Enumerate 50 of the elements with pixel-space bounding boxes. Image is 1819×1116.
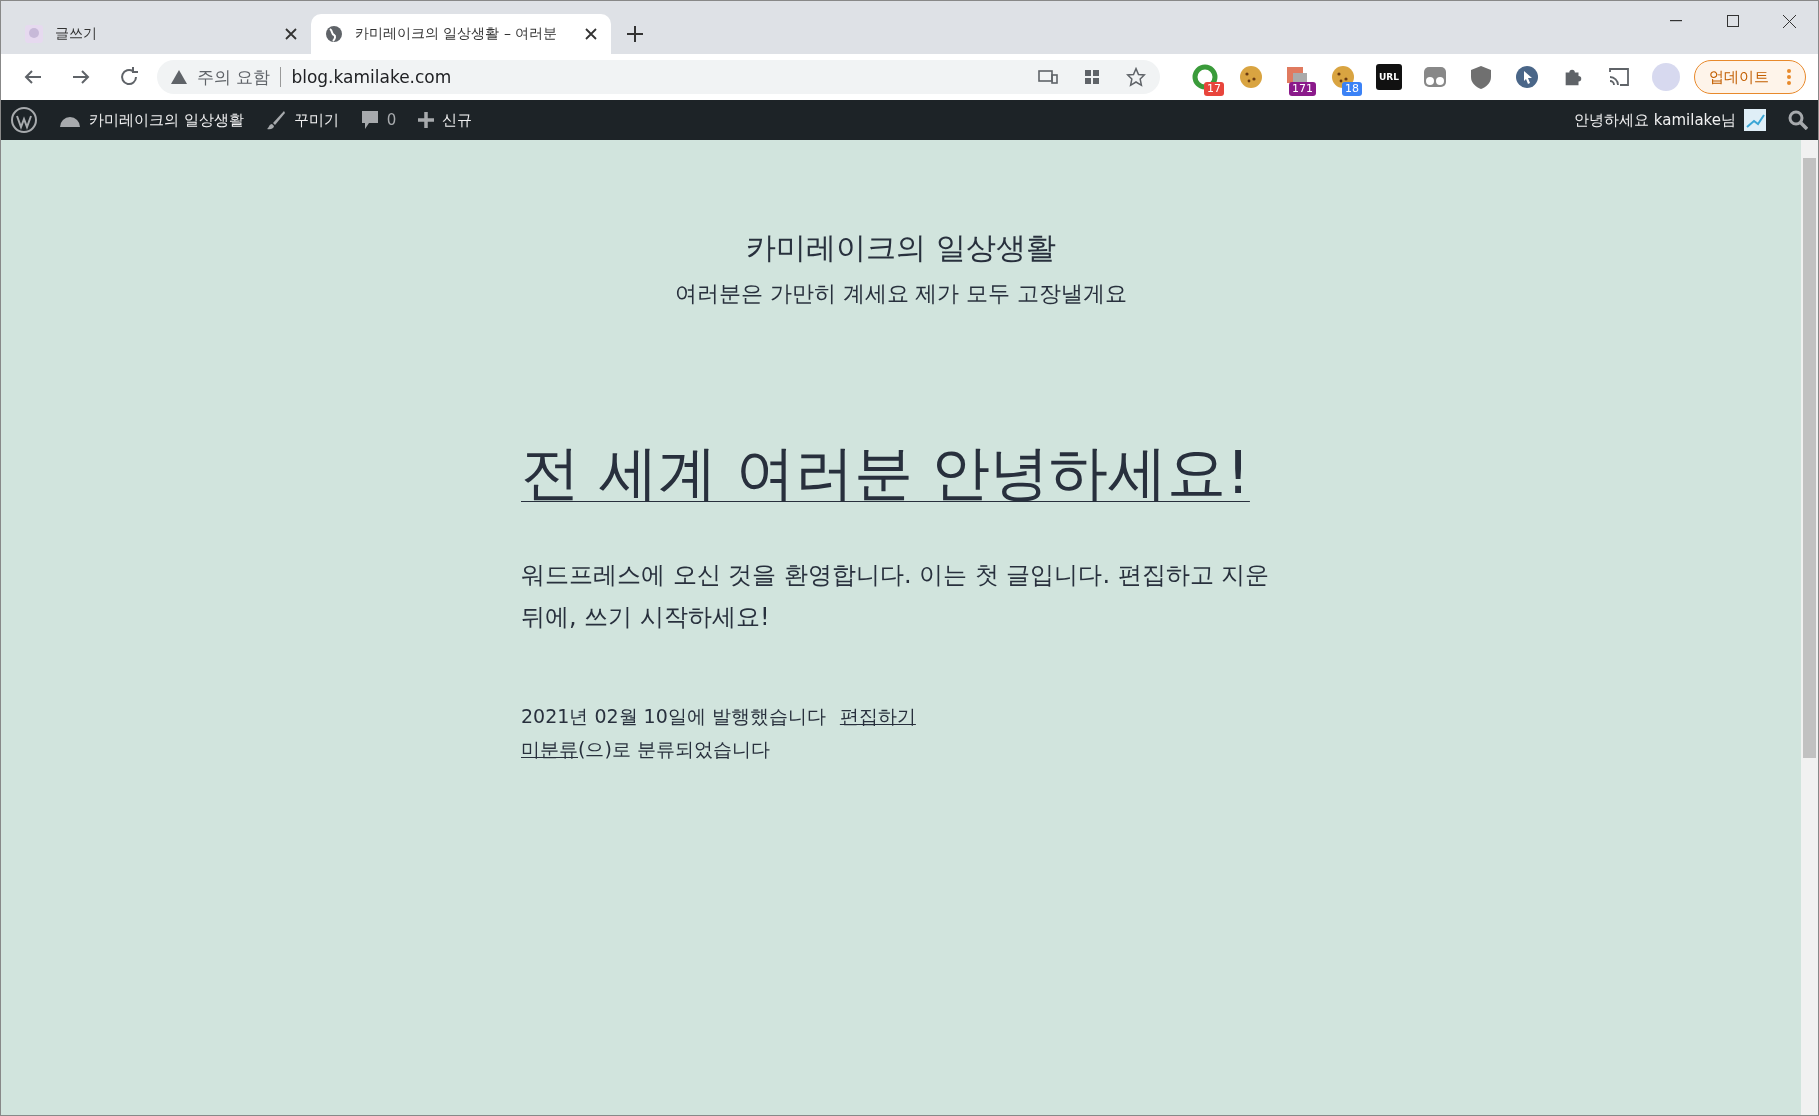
- maximize-icon[interactable]: [1726, 15, 1739, 27]
- cookie-icon: [1238, 64, 1264, 90]
- minimize-icon[interactable]: [1669, 20, 1682, 22]
- close-icon[interactable]: [1783, 14, 1796, 28]
- site-menu[interactable]: 카미레이크의 일상생활: [59, 110, 244, 130]
- post-date: 2021년 02월 10일에 발행했습니다: [521, 705, 826, 727]
- search-icon[interactable]: [1788, 110, 1808, 130]
- browser-tab[interactable]: 카미레이크의 일상생활 – 여러분: [311, 14, 611, 54]
- post-body: 워드프레스에 오신 것을 환영합니다. 이는 첫 글입니다. 편집하고 지운 뒤에, 쓰기 시작하세요!: [521, 560, 1271, 633]
- brush-icon: [265, 110, 286, 130]
- avatar-icon: [25, 25, 43, 43]
- eyes-icon: [1422, 64, 1448, 90]
- new-link[interactable]: 신규: [418, 110, 473, 130]
- globe-icon: [325, 25, 343, 43]
- close-icon[interactable]: [285, 28, 297, 40]
- extension-badge: 18: [1342, 82, 1362, 96]
- category-note: (으)로 분류되었습니다: [578, 738, 770, 761]
- plus-icon: [418, 112, 435, 128]
- edit-link[interactable]: 편집하기: [839, 705, 916, 727]
- shield-icon: [1468, 64, 1494, 90]
- customize-link[interactable]: 꾸미기: [265, 110, 339, 130]
- new-tab-icon[interactable]: [627, 26, 643, 42]
- comment-icon: [360, 110, 379, 130]
- category-link[interactable]: 미분류: [521, 738, 578, 761]
- extension-badge: 171: [1289, 82, 1316, 96]
- devices-icon[interactable]: [1038, 69, 1058, 85]
- url-text: blog.kamilake.com: [291, 67, 452, 87]
- extension-badge: 17: [1204, 82, 1224, 96]
- browser-tab[interactable]: 글쓰기: [11, 14, 311, 54]
- post-title[interactable]: 전 세계 여러분 안녕하세요!: [521, 434, 1250, 514]
- update-button[interactable]: 업데이트: [1694, 60, 1806, 94]
- url-icon: URL: [1376, 64, 1402, 90]
- wordpress-logo-icon[interactable]: [11, 107, 37, 133]
- close-icon[interactable]: [585, 28, 597, 40]
- comments-link[interactable]: 0: [360, 110, 397, 130]
- tab-title: 카미레이크의 일상생활 – 여러분: [355, 25, 559, 43]
- address-bar[interactable]: 주의 요함 blog.kamilake.com: [157, 60, 1160, 94]
- tab-title: 글쓰기: [55, 25, 98, 43]
- site-tagline: 여러분은 가만히 계세요 제가 모두 고장낼게요: [674, 280, 1128, 308]
- warning-icon: [171, 70, 187, 84]
- account-menu[interactable]: 안녕하세요 kamilake님: [1574, 109, 1766, 131]
- security-warning: 주의 요함: [197, 65, 271, 89]
- cast-icon[interactable]: [1608, 67, 1630, 87]
- site-title[interactable]: 카미레이크의 일상생활: [746, 228, 1056, 269]
- star-icon[interactable]: [1126, 67, 1146, 87]
- more-icon: [1787, 69, 1791, 85]
- cursor-icon: [1514, 64, 1540, 90]
- grid-icon[interactable]: [1082, 67, 1102, 87]
- scrollbar-thumb[interactable]: [1803, 158, 1816, 758]
- ring-logo-icon: [1192, 64, 1218, 90]
